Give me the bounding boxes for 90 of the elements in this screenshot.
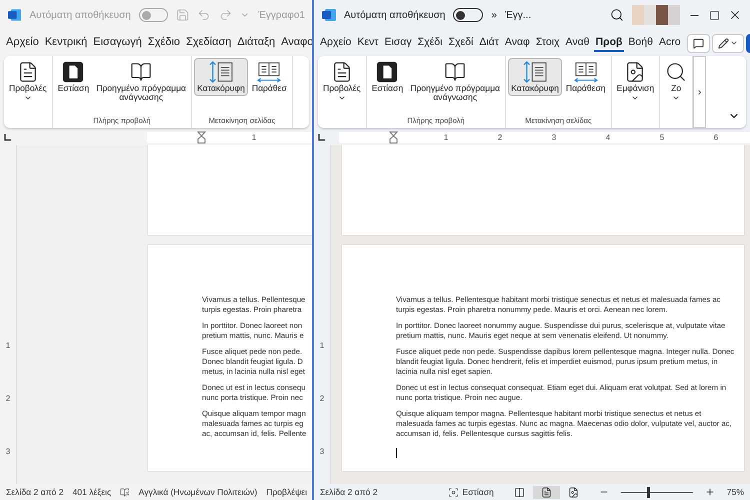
menu-tab[interactable]: Αναθ [564,34,592,52]
tab-stop-icon[interactable] [318,134,325,141]
menu-tab[interactable]: Κεντρική [42,34,90,52]
ribbon-button[interactable]: Εστίαση [368,58,406,96]
ribbon-button[interactable]: Εστίαση [54,58,92,96]
word-count: 401 λέξεις [72,487,112,497]
zoom-in-icon[interactable] [704,487,715,497]
menu-tab[interactable]: Αναφο [279,34,313,52]
app-logo-icon [8,8,22,22]
menu-tab[interactable]: Εισαγωγή [91,34,144,52]
maximize-icon[interactable] [709,10,720,20]
page-count: Σελίδα 2 από 2 [6,487,64,497]
menu-tab[interactable]: Acro [656,34,683,52]
caret-icon [730,39,738,47]
indent-marker-icon[interactable] [389,131,398,144]
menu-tab[interactable]: Σχέδιο [146,34,182,52]
document-title: Έγγραφο1 [258,10,305,20]
search-icon [665,61,688,83]
menu-tab[interactable]: Προβ [594,34,624,52]
search-icon[interactable] [610,8,624,22]
ribbon-button[interactable]: Κατακόρυφη [194,58,248,96]
proofing-icon[interactable] [120,486,130,498]
ribbon-button[interactable]: Προβολές [320,58,364,106]
ruler-number: 4 [604,133,612,142]
ruler-number: 1 [6,341,10,350]
open-book-icon [130,61,152,83]
ruler-number: 3 [6,447,10,456]
autosave-toggle[interactable] [138,8,168,22]
ribbon-button[interactable]: Προβολές [6,58,50,106]
ribbon-button[interactable]: Κατακόρυφη [508,58,562,96]
view-button[interactable] [532,486,560,498]
menu-tab[interactable]: Αρχείο [318,34,354,52]
page-icon [540,486,552,498]
avatar-placeholder[interactable] [632,5,680,25]
ribbon-button[interactable]: Προηγμένο πρόγραμμα ανάγνωσης [93,58,190,106]
ribbon-button[interactable]: Εμφάνιση [614,58,658,106]
zoom-level[interactable]: 75% [726,487,744,497]
menu-tab[interactable]: Κεντ [355,34,380,52]
focus-icon [448,486,460,498]
app-logo-icon [322,8,336,22]
menu-tab[interactable]: Διάταξη [235,34,278,52]
vertical-scroll-icon [522,61,548,83]
menu-tab[interactable]: Σχέδι [416,34,444,52]
vertical-scroll-icon [208,61,234,83]
ruler-number: 1 [442,133,450,142]
ruler-number: 2 [6,394,10,403]
menu-tab[interactable]: Σχεδίαση [184,34,234,52]
slider-thumb[interactable] [647,486,650,498]
text-cursor [396,448,397,458]
ribbon-button[interactable]: Παράθεση [562,58,609,96]
document-title: Έγγ... [504,10,532,20]
page-image-icon [568,486,579,498]
focus-button[interactable]: Εστίαση [448,486,494,498]
ribbon-button[interactable]: Ζο [662,58,690,106]
scroll-ribbon-button[interactable]: › [693,56,706,128]
ruler-number: 3 [320,447,324,456]
ribbon-button[interactable]: Παράθεσ [248,58,290,96]
ruler-number: 2 [496,133,504,142]
ruler-number: 3 [550,133,558,142]
focus-icon [62,61,84,83]
menu-tab[interactable]: Εισαγ [382,34,414,52]
ruler-number: 1 [250,133,258,142]
side-by-side-icon [572,61,599,83]
pencil-icon [718,38,729,48]
menu-tab[interactable]: Αναφ [502,34,532,52]
autosave-label: Αυτόματη αποθήκευση [29,10,131,20]
menu-tab[interactable]: Διάτ [477,34,501,52]
menu-tab[interactable]: Βοήθ [626,34,655,52]
ruler-number: 6 [712,133,720,142]
comment-icon [692,38,704,48]
menu-tab[interactable]: Αρχείο [4,34,41,52]
indent-marker-icon[interactable] [197,131,206,144]
ruler-number: 5 [658,133,666,142]
ribbon-button[interactable]: Προηγμένο πρόγραμμα ανάγνωσης [407,58,504,106]
page-count: Σελίδα 2 από 2 [320,487,378,497]
ruler-number: 1 [320,341,324,350]
menu-tab[interactable]: Σχεδί [446,34,476,52]
menu-tab[interactable]: Στοιχ [534,34,562,52]
focus-icon [376,61,398,83]
predictions-label[interactable]: Προβλέψει [266,487,307,497]
tab-stop-icon[interactable] [4,134,11,141]
autosave-label: Αυτόματη αποθήκευση [344,10,446,20]
overflow-button[interactable]: » [491,10,497,20]
editing-button[interactable] [712,34,744,52]
comments-button[interactable] [686,34,710,52]
ruler-number: 2 [320,394,324,403]
side-by-side-icon [256,61,282,83]
autosave-toggle[interactable] [453,8,484,22]
open-book-icon [444,61,466,83]
language-label[interactable]: Αγγλικά (Ηνωμένων Πολιτειών) [138,487,258,497]
